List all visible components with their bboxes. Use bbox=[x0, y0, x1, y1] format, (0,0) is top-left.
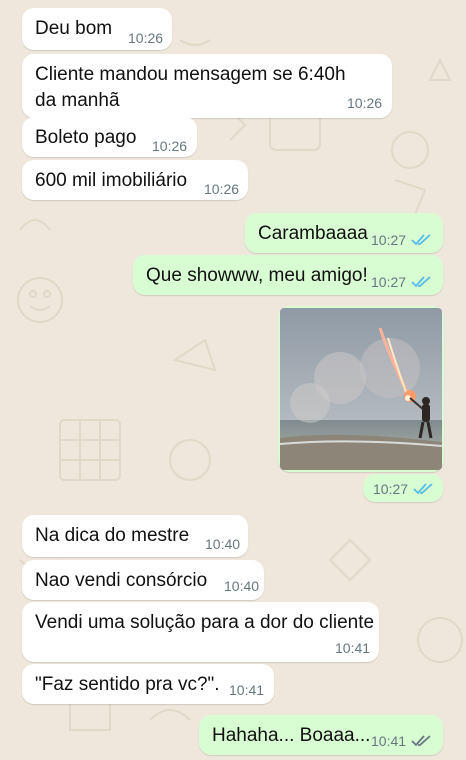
fireworks-beach-photo[interactable] bbox=[280, 308, 442, 470]
message-time: 10:26 bbox=[347, 95, 383, 111]
message-incoming[interactable]: Deu bom 10:26 bbox=[22, 8, 172, 50]
message-text: Que showww, meu amigo! bbox=[146, 265, 368, 286]
message-outgoing-image[interactable] bbox=[278, 306, 444, 472]
message-time: 10:27 bbox=[373, 481, 409, 497]
message-incoming[interactable]: "Faz sentido pra vc?". 10:41 bbox=[22, 664, 274, 704]
message-time: 10:26 bbox=[204, 181, 240, 197]
message-text: 600 mil imobiliário bbox=[35, 170, 188, 191]
message-text: "Faz sentido pra vc?". bbox=[35, 674, 220, 695]
message-text: Deu bom bbox=[35, 18, 113, 39]
message-incoming[interactable]: Boleto pago 10:26 bbox=[22, 117, 197, 157]
message-outgoing[interactable]: Hahaha... Boaaa... 10:41 bbox=[199, 715, 443, 755]
double-check-icon bbox=[411, 234, 431, 246]
message-text: Vendi uma solução para a dor do cliente bbox=[35, 612, 375, 633]
double-check-icon bbox=[413, 483, 433, 495]
message-incoming[interactable]: Vendi uma solução para a dor do cliente … bbox=[22, 602, 379, 662]
message-incoming[interactable]: Na dica do mestre 10:40 bbox=[22, 515, 248, 557]
message-outgoing[interactable]: Carambaaaa 10:27 bbox=[245, 213, 443, 253]
message-text: Nao vendi consórcio bbox=[35, 570, 208, 591]
message-time: 10:26 bbox=[152, 138, 188, 154]
message-incoming[interactable]: Nao vendi consórcio 10:40 bbox=[22, 560, 264, 600]
message-time: 10:41 bbox=[229, 682, 265, 698]
message-time: 10:41 bbox=[335, 640, 371, 656]
message-text: Cliente mandou mensagem se 6:40h da manh… bbox=[35, 64, 346, 111]
message-outgoing[interactable]: Que showww, meu amigo! 10:27 bbox=[133, 255, 443, 295]
message-time: 10:27 bbox=[371, 274, 407, 290]
message-text: Boleto pago bbox=[35, 127, 137, 148]
message-text: Hahaha... Boaaa... bbox=[212, 725, 371, 746]
message-time: 10:40 bbox=[224, 578, 260, 594]
message-incoming[interactable]: Cliente mandou mensagem se 6:40h da manh… bbox=[22, 54, 392, 118]
double-check-icon bbox=[411, 276, 431, 288]
message-time: 10:40 bbox=[205, 536, 241, 552]
message-incoming[interactable]: 600 mil imobiliário 10:26 bbox=[22, 160, 248, 200]
message-outgoing-image-footer: 10:27 bbox=[363, 474, 443, 502]
message-text: Na dica do mestre bbox=[35, 525, 190, 546]
message-time: 10:41 bbox=[371, 733, 407, 749]
message-text: Carambaaaa bbox=[258, 223, 368, 244]
message-time: 10:27 bbox=[371, 232, 407, 248]
message-time: 10:26 bbox=[128, 30, 164, 46]
double-check-icon bbox=[411, 735, 431, 747]
